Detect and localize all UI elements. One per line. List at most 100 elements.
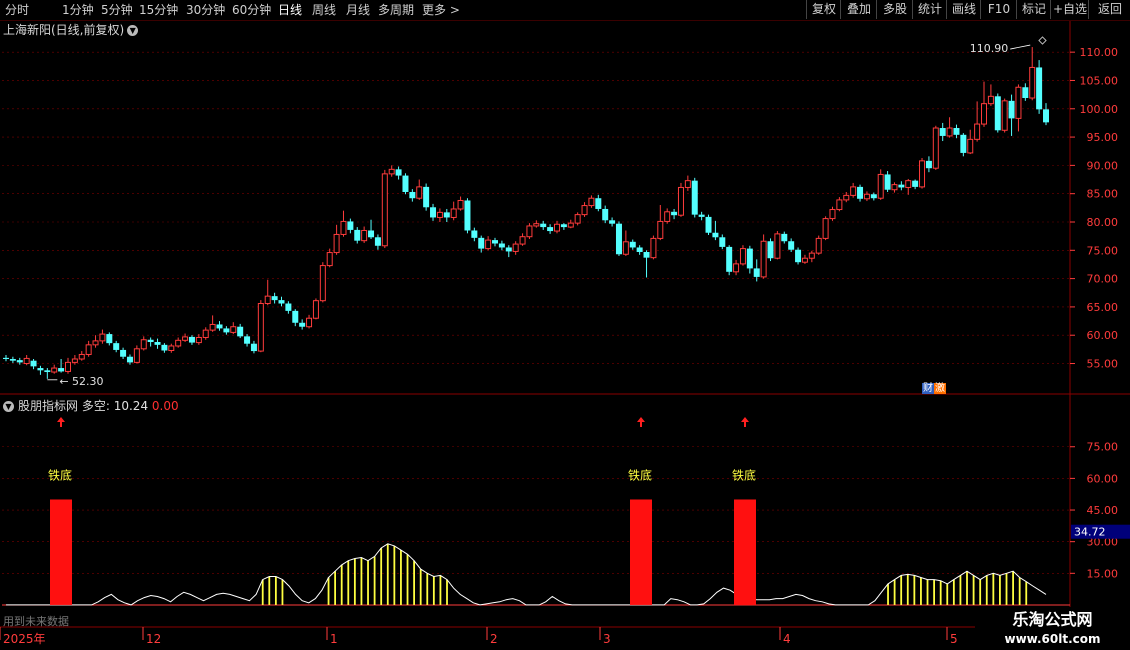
candle[interactable]	[574, 214, 581, 224]
candle[interactable]	[430, 207, 437, 218]
candle[interactable]	[257, 303, 264, 352]
candle[interactable]	[395, 169, 402, 176]
period-tab-8[interactable]: 月线	[346, 2, 370, 18]
period-tab-7[interactable]: 周线	[312, 2, 336, 18]
candle[interactable]	[932, 127, 939, 169]
candle[interactable]	[657, 220, 664, 239]
candle[interactable]	[595, 198, 602, 209]
signal-bar[interactable]	[50, 499, 72, 605]
candle[interactable]	[808, 252, 815, 259]
toolbar-button-4[interactable]: 画线	[946, 0, 981, 19]
chevron-down-icon[interactable]: ▼	[3, 401, 14, 412]
candle[interactable]	[381, 173, 388, 247]
candle[interactable]	[92, 340, 99, 346]
candle[interactable]	[312, 300, 319, 319]
candle[interactable]	[905, 180, 912, 188]
candle[interactable]	[760, 240, 767, 278]
candle[interactable]	[306, 317, 313, 328]
candle[interactable]	[829, 209, 836, 220]
candle[interactable]	[850, 186, 857, 196]
candle[interactable]	[168, 345, 175, 352]
candle[interactable]	[581, 205, 588, 216]
candle[interactable]	[133, 348, 140, 363]
candle[interactable]	[981, 103, 988, 125]
candle[interactable]	[643, 251, 650, 258]
candle[interactable]	[147, 339, 154, 343]
candle[interactable]	[512, 243, 519, 252]
candle[interactable]	[1043, 109, 1049, 123]
candle[interactable]	[71, 358, 78, 363]
candle[interactable]	[78, 353, 85, 360]
candle[interactable]	[113, 343, 120, 350]
period-tab-10[interactable]: 更多 >	[422, 2, 460, 18]
candle[interactable]	[51, 367, 58, 373]
candle[interactable]	[795, 249, 802, 263]
candle[interactable]	[815, 237, 822, 254]
candle[interactable]	[299, 322, 306, 327]
candle[interactable]	[285, 303, 292, 311]
candle[interactable]	[526, 225, 533, 238]
candle[interactable]	[684, 180, 691, 188]
candle[interactable]	[884, 174, 891, 190]
toolbar-button-6[interactable]: 标记	[1016, 0, 1051, 19]
candle[interactable]	[195, 336, 202, 344]
candle[interactable]	[9, 358, 16, 361]
toolbar-button-8[interactable]: 返回	[1088, 0, 1130, 19]
candle[interactable]	[1029, 66, 1036, 99]
candle[interactable]	[664, 211, 671, 222]
candle[interactable]	[340, 220, 347, 235]
candle[interactable]	[505, 247, 512, 252]
period-tab-9[interactable]: 多周期	[378, 2, 414, 18]
candle[interactable]	[891, 184, 898, 191]
candle[interactable]	[182, 336, 189, 341]
candle[interactable]	[175, 339, 182, 347]
candle[interactable]	[368, 230, 375, 238]
candle[interactable]	[161, 344, 168, 351]
candle[interactable]	[953, 128, 960, 135]
candle[interactable]	[120, 349, 127, 357]
candle[interactable]	[967, 138, 974, 154]
candle[interactable]	[1001, 100, 1008, 131]
candle[interactable]	[533, 223, 540, 227]
candle[interactable]	[629, 241, 636, 248]
candle[interactable]	[471, 230, 478, 238]
candle[interactable]	[264, 295, 271, 305]
candle[interactable]	[99, 333, 106, 342]
candle[interactable]	[498, 243, 505, 248]
candle[interactable]	[250, 343, 257, 352]
candle[interactable]	[919, 160, 926, 188]
candle[interactable]	[347, 221, 354, 230]
diamond-icon[interactable]	[1038, 36, 1047, 45]
candle[interactable]	[188, 336, 195, 343]
candle[interactable]	[30, 360, 37, 367]
candle[interactable]	[64, 361, 71, 372]
candle[interactable]	[739, 248, 746, 265]
candle[interactable]	[16, 360, 23, 363]
candle[interactable]	[85, 344, 92, 355]
candle[interactable]	[863, 193, 870, 200]
candle[interactable]	[567, 222, 574, 228]
candle[interactable]	[443, 212, 450, 218]
candle[interactable]	[719, 237, 726, 247]
candle[interactable]	[609, 220, 616, 224]
candle[interactable]	[912, 180, 919, 187]
candle[interactable]	[622, 241, 629, 255]
candle[interactable]	[374, 237, 381, 246]
chart-area[interactable]: 55.00 60.00 65.00 70.00 75.00 80.00 85.00 90.00…	[0, 0, 1130, 650]
candle[interactable]	[278, 300, 285, 304]
candle[interactable]	[464, 200, 471, 231]
toolbar-button-7[interactable]: +自选	[1050, 0, 1089, 19]
candle[interactable]	[154, 342, 161, 345]
candle[interactable]	[726, 246, 733, 272]
candle[interactable]	[801, 257, 808, 263]
candle[interactable]	[423, 186, 430, 208]
candle[interactable]	[788, 241, 795, 250]
candle[interactable]	[898, 184, 905, 188]
candle[interactable]	[781, 233, 788, 242]
candle[interactable]	[58, 368, 65, 372]
candle[interactable]	[671, 211, 678, 216]
candle[interactable]	[436, 211, 443, 218]
candle[interactable]	[361, 229, 368, 242]
indicator-line[interactable]	[6, 543, 1047, 606]
candle[interactable]	[877, 173, 884, 199]
